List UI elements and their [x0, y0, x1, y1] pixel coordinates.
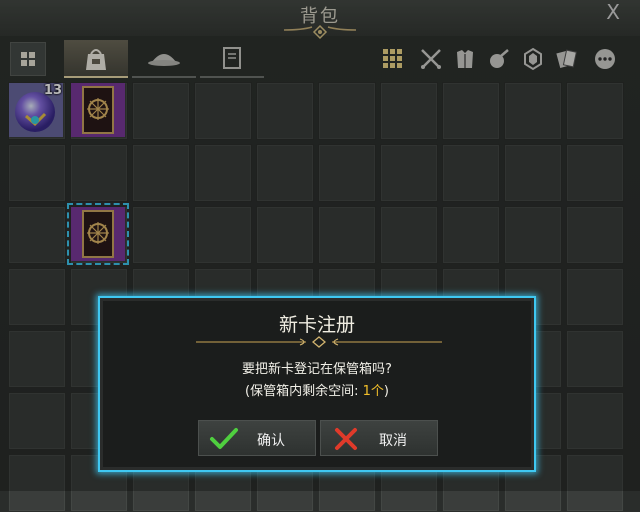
storage-prefix: (保管箱内剩余空间: — [245, 384, 363, 399]
cross-icon — [335, 428, 357, 450]
storage-value: 1个 — [362, 384, 384, 399]
cancel-label: 取消 — [379, 433, 407, 449]
confirm-label: 确认 — [257, 433, 285, 449]
check-icon — [210, 428, 238, 449]
dialog-ornament — [196, 336, 442, 348]
confirm-button[interactable]: 确认 — [198, 420, 316, 456]
card-register-dialog: 新卡注册 要把新卡登记在保管箱吗? (保管箱内剩余空间: 1个) 确认 取消 — [98, 296, 536, 472]
cancel-button[interactable]: 取消 — [320, 420, 438, 456]
storage-space-text: (保管箱内剩余空间: 1个) — [100, 380, 534, 399]
dialog-title: 新卡注册 — [278, 314, 355, 336]
dialog-message: 要把新卡登记在保管箱吗? — [242, 362, 392, 377]
storage-suffix: ) — [383, 384, 389, 399]
